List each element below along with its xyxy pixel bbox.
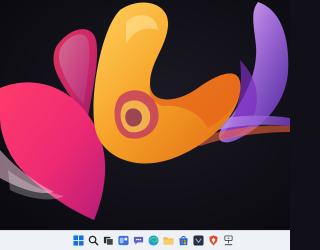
bloom-artwork — [0, 0, 290, 230]
edge-icon[interactable] — [147, 234, 160, 247]
taskbar — [0, 230, 290, 250]
dark-app-icon[interactable] — [192, 234, 205, 247]
store-icon[interactable] — [177, 234, 190, 247]
desktop-wallpaper — [0, 0, 290, 230]
chat-icon[interactable] — [132, 234, 145, 247]
file-explorer-icon[interactable] — [162, 234, 175, 247]
taskbar-pinned-apps — [72, 234, 235, 247]
network-device-icon[interactable] — [222, 234, 235, 247]
brave-icon[interactable] — [207, 234, 220, 247]
start-icon[interactable] — [72, 234, 85, 247]
widgets-icon[interactable] — [117, 234, 130, 247]
task-view-icon[interactable] — [102, 234, 115, 247]
search-icon[interactable] — [87, 234, 100, 247]
